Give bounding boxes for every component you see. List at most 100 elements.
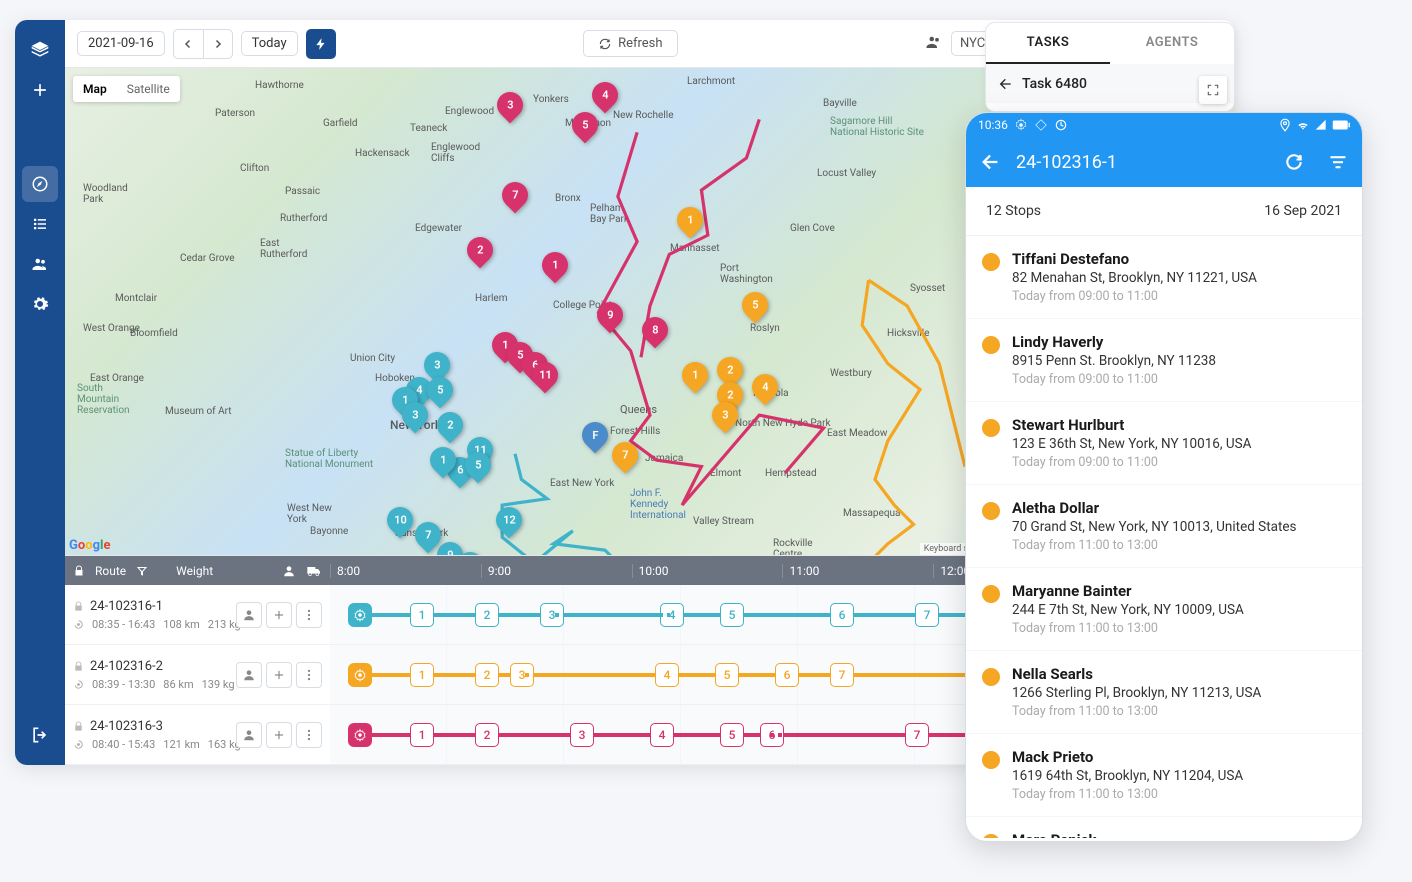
gantt-stop[interactable]: 1 [410,663,434,687]
stop-item[interactable]: Maryanne Bainter 244 E 7th St, New York,… [966,568,1362,651]
tab-agents[interactable]: AGENTS [1110,23,1234,64]
stop-name: Lindy Haverly [1012,333,1342,351]
stop-list[interactable]: Tiffani Destefano 82 Menahan St, Brookly… [966,236,1362,838]
assign-person-button[interactable] [236,662,262,688]
stop-time: Today from 11:00 to 13:00 [1012,787,1342,802]
gantt-stop[interactable]: 6 [775,663,799,687]
google-logo: Google [69,538,110,553]
add-stop-button[interactable] [266,602,292,628]
stop-name: Stewart Hurlburt [1012,416,1342,434]
gantt-stop[interactable]: 1 [410,723,434,747]
gantt-stop[interactable]: 2 [475,603,499,627]
gantt-stop[interactable]: 5 [720,723,744,747]
assign-person-button[interactable] [236,602,262,628]
stop-address: 82 Menahan St, Brooklyn, NY 11221, USA [1012,270,1342,286]
stop-item[interactable]: Mora Penick 1730 E 19th St, Brooklyn, NY… [966,817,1362,838]
filter-icon[interactable] [1328,152,1348,172]
stop-name: Nella Searls [1012,665,1342,683]
plus-icon[interactable] [22,72,58,108]
more-button[interactable] [296,722,322,748]
today-button[interactable]: Today [241,31,298,56]
gear-icon[interactable] [22,286,58,322]
more-button[interactable] [296,662,322,688]
stop-address: 70 Grand St, New York, NY 10013, United … [1012,519,1342,535]
people-icon[interactable] [22,246,58,282]
back-icon[interactable] [980,151,1002,173]
gantt-stop[interactable]: 2 [475,723,499,747]
mobile-date: 16 Sep 2021 [1264,203,1342,219]
stop-status-dot [982,668,1000,686]
gantt-stop[interactable]: 7 [905,723,929,747]
stop-time: Today from 11:00 to 13:00 [1012,704,1342,719]
optimize-button[interactable] [306,29,336,59]
stop-item[interactable]: Aletha Dollar 70 Grand St, New York, NY … [966,485,1362,568]
route-start-icon [348,603,372,627]
stop-name: Tiffani Destefano [1012,250,1342,268]
gantt-stop[interactable]: 4 [655,663,679,687]
region-value: NYC [960,36,985,51]
gantt-stop[interactable]: 6 [830,603,854,627]
left-sidebar [15,20,65,765]
map-type-satellite[interactable]: Satellite [117,76,180,102]
compass-icon[interactable] [22,166,58,202]
mobile-header: 24-102316-1 [966,137,1362,187]
hour-label: 11:00 [782,564,933,578]
mobile-time: 10:36 [978,118,1008,132]
gantt-stop[interactable]: 5 [720,603,744,627]
stop-status-dot [982,585,1000,603]
hour-label: 8:00 [330,564,481,578]
lock-icon [73,565,85,577]
gantt-stop[interactable]: 4 [650,723,674,747]
refresh-button[interactable]: Refresh [583,30,677,57]
stop-name: Mack Prieto [1012,748,1342,766]
stop-name: Aletha Dollar [1012,499,1342,517]
assign-person-button[interactable] [236,722,262,748]
stop-name: Maryanne Bainter [1012,582,1342,600]
prev-day-button[interactable] [173,29,203,59]
gantt-stop[interactable]: 7 [830,663,854,687]
map-type-map[interactable]: Map [73,76,117,102]
mobile-title: 24-102316-1 [1016,152,1270,173]
stop-status-dot [982,502,1000,520]
truck-icon [306,563,322,579]
date-picker[interactable]: 2021-09-16 [77,31,165,56]
map-type-toggle: Map Satellite [73,76,180,102]
stop-item[interactable]: Mack Prieto 1619 64th St, Brooklyn, NY 1… [966,734,1362,817]
people-icon [925,33,943,55]
stop-time: Today from 09:00 to 11:00 [1012,289,1342,304]
gantt-stop[interactable]: 3 [570,723,594,747]
battery-icon [1332,119,1350,131]
stop-address: 123 E 36th St, New York, NY 10016, USA [1012,436,1342,452]
gantt-stop[interactable]: 1 [410,603,434,627]
stop-name: Mora Penick [1012,831,1342,838]
gantt-stop[interactable]: 7 [915,603,939,627]
gantt-stop[interactable]: 5 [715,663,739,687]
date-nav-group [173,29,233,59]
hour-label: 9:00 [481,564,632,578]
stop-address: 244 E 7th St, New York, NY 10009, USA [1012,602,1342,618]
gantt-stop[interactable]: 2 [475,663,499,687]
refresh-icon[interactable] [1284,152,1304,172]
next-day-button[interactable] [203,29,233,59]
stops-count: 12 Stops [986,203,1041,219]
stop-item[interactable]: Tiffani Destefano 82 Menahan St, Brookly… [966,236,1362,319]
stop-item[interactable]: Stewart Hurlburt 123 E 36th St, New York… [966,402,1362,485]
more-button[interactable] [296,602,322,628]
add-stop-button[interactable] [266,662,292,688]
signal-icon [1314,118,1328,132]
tab-tasks[interactable]: TASKS [986,23,1110,64]
refresh-icon [598,37,612,51]
fullscreen-button[interactable] [1199,76,1227,104]
add-stop-button[interactable] [266,722,292,748]
stop-status-dot [982,253,1000,271]
layers-icon[interactable] [22,32,58,68]
wifi-icon [1296,118,1310,132]
stop-time: Today from 09:00 to 11:00 [1012,455,1342,470]
stop-item[interactable]: Lindy Haverly 8915 Penn St. Brooklyn, NY… [966,319,1362,402]
filter-icon[interactable] [136,565,148,577]
sync-icon [1054,118,1068,132]
stop-status-dot [982,336,1000,354]
logout-icon[interactable] [22,717,58,753]
list-icon[interactable] [22,206,58,242]
stop-item[interactable]: Nella Searls 1266 Sterling Pl, Brooklyn,… [966,651,1362,734]
